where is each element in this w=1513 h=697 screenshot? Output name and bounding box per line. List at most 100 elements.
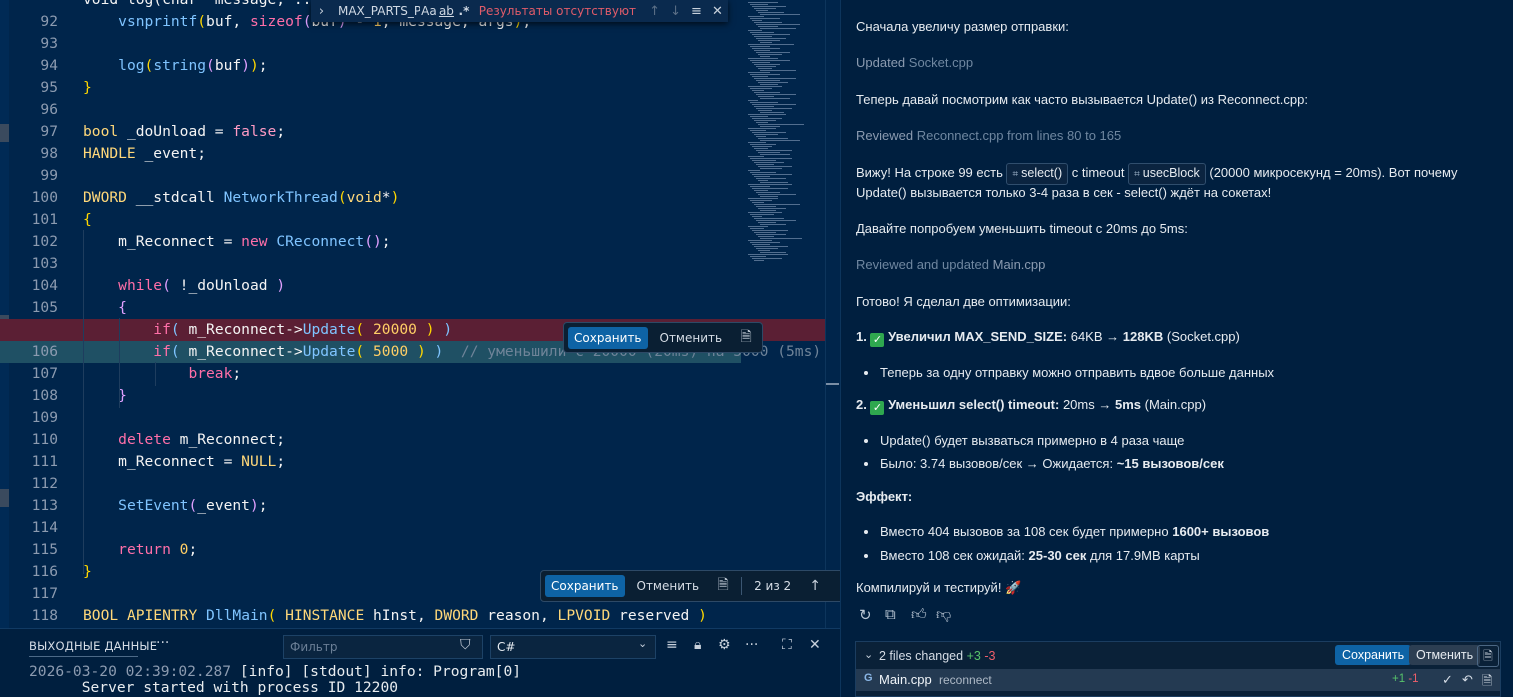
thumbs-up-icon[interactable]: 👍︎	[911, 606, 927, 624]
previous-change-icon[interactable]: ↑	[803, 578, 827, 594]
tool-action-updated[interactable]: Updated Socket.cpp	[856, 53, 973, 73]
undo-icon[interactable]: ↶	[1462, 672, 1473, 688]
code-line[interactable]: 96	[0, 99, 825, 121]
arrow-up-icon[interactable]: ↑	[644, 4, 665, 19]
code-chip[interactable]: ⌗ usecBlock	[1128, 163, 1206, 185]
code-chip[interactable]: ⌗ select()	[1006, 163, 1069, 185]
minimap-line	[760, 182, 788, 183]
keep-change-button[interactable]: Сохранить	[568, 326, 648, 349]
code-line[interactable]: 105 {	[0, 297, 825, 319]
code-line[interactable]: 114	[0, 517, 825, 539]
chevron-down-icon[interactable]: ⌄	[638, 637, 647, 650]
file-link[interactable]: Reconnect.cpp from lines 80 to 165	[917, 128, 1122, 143]
code-line[interactable]: 107 break;	[0, 363, 825, 385]
code-line[interactable]: 93	[0, 33, 825, 55]
undo-change-button[interactable]: Отменить	[654, 327, 729, 349]
tab-output[interactable]: ВЫХОДНЫЕ ДАННЫЕ	[29, 639, 157, 653]
line-number: 92	[40, 13, 58, 30]
document-icon[interactable]: 🗎	[1482, 672, 1492, 694]
keep-all-button[interactable]: Сохранить	[545, 575, 625, 597]
undo-all-button[interactable]: Отменить	[631, 575, 706, 597]
changed-file-row[interactable]: G Main.cpp reconnect +1 -1 ✓ ↶ 🗎	[856, 669, 1500, 691]
code-line[interactable]: 108 }	[0, 385, 825, 407]
code-text: HANDLE _event;	[83, 143, 206, 165]
next-change-icon[interactable]: ↓	[833, 578, 840, 594]
output-channel-select[interactable]: C#	[490, 635, 656, 659]
undo-all-changes-button[interactable]: Отменить	[1409, 645, 1481, 665]
copy-icon[interactable]: ⧉	[885, 606, 896, 623]
check-icon[interactable]: ✓	[1442, 672, 1453, 688]
retry-icon[interactable]: ↻	[859, 606, 872, 624]
code-line[interactable]: 97 bool _doUnload = false;	[0, 121, 825, 143]
inline-diff-toolbar: Сохранить Отменить 🗎	[563, 322, 764, 353]
code-line[interactable]: 109	[0, 407, 825, 429]
close-icon[interactable]: ✕	[707, 4, 728, 19]
code-line[interactable]: 102 m_Reconnect = new CReconnect();	[0, 231, 825, 253]
thumbs-down-icon[interactable]: 👎︎	[936, 606, 951, 624]
code-line[interactable]: 94 log(string(buf));	[0, 55, 825, 77]
regex-toggle[interactable]: .*	[455, 4, 473, 18]
close-panel-icon[interactable]: ✕	[809, 637, 821, 653]
code-token: (	[197, 13, 207, 30]
code-line[interactable]: 101 {	[0, 209, 825, 231]
code-text: }	[83, 77, 92, 99]
file-link[interactable]: Socket.cpp	[909, 55, 973, 70]
code-line[interactable]: 111 m_Reconnect = NULL;	[0, 451, 825, 473]
code-line[interactable]: 100 DWORD __stdcall NetworkThread(void*)	[0, 187, 825, 209]
tool-action-reviewed-updated[interactable]: Reviewed and updated Main.cpp	[856, 255, 1045, 275]
minimap-line	[758, 138, 788, 139]
lock-icon[interactable]: 🔒︎	[694, 637, 701, 653]
whole-word-toggle[interactable]: ab	[438, 4, 456, 18]
code-token: while	[118, 277, 163, 294]
arrow-down-icon[interactable]: ↓	[665, 4, 686, 19]
text-fragment: (Main.cpp)	[1144, 397, 1207, 412]
code-line[interactable]: 99	[0, 165, 825, 187]
chevron-right-icon[interactable]: ›	[311, 4, 332, 19]
code-token: Update	[302, 321, 356, 338]
minimap-line	[752, 188, 788, 189]
toolbar-divider	[741, 577, 743, 595]
code-line[interactable]: 95}	[0, 77, 825, 99]
code-line[interactable]: 104 while( !_doUnload )	[0, 275, 825, 297]
code-line[interactable]: 98 HANDLE _event;	[0, 143, 825, 165]
keep-all-changes-button[interactable]: Сохранить	[1335, 645, 1412, 665]
find-input[interactable]: MAX_PARTS_P	[332, 4, 420, 18]
chip-label: select()	[1021, 166, 1063, 180]
minimap-line	[758, 110, 772, 111]
code-editor[interactable]: void log(char* message, ...) 92 vsnprintf…	[0, 0, 840, 628]
review-document-icon[interactable]: 🗎	[1477, 645, 1499, 667]
code-line[interactable]: 112	[0, 473, 825, 495]
line-number: 94	[40, 57, 58, 74]
tool-action-reviewed[interactable]: Reviewed Reconnect.cpp from lines 80 to …	[856, 126, 1121, 146]
gear-icon[interactable]: ⚙	[718, 637, 731, 653]
more-icon[interactable]: ···	[156, 635, 169, 651]
minimap-line	[754, 78, 796, 79]
file-name[interactable]: Main.cpp	[879, 672, 932, 687]
code-line[interactable]: 103	[0, 253, 825, 275]
more-actions-icon[interactable]: ···	[745, 637, 758, 653]
line-number: 102	[31, 233, 58, 250]
diff-document-icon[interactable]: 🗎	[711, 574, 735, 598]
maximize-panel-icon[interactable]: ⛶	[782, 637, 792, 653]
code-line[interactable]: 110 delete m_Reconnect;	[0, 429, 825, 451]
changed-files-header[interactable]: ⌄ 2 files changed +3 -3 Сохранить Отмени…	[856, 642, 1500, 670]
code-line[interactable]: 118 BOOL APIENTRY DllMain( HINSTANCE hIns…	[0, 605, 825, 627]
file-link[interactable]: Main.cpp	[993, 257, 1046, 272]
filter-input[interactable]: Фильтр	[283, 635, 483, 659]
word-wrap-icon[interactable]: ≡	[666, 637, 678, 653]
minimap-line	[752, 146, 772, 147]
csharp-file-icon: G	[864, 672, 873, 684]
filter-icon[interactable]: ⛉	[460, 637, 471, 653]
find-in-selection-icon[interactable]: ≡	[686, 4, 707, 19]
minimap-line	[760, 140, 800, 141]
diff-document-icon[interactable]: 🗎	[734, 326, 758, 350]
code-line[interactable]: 115 return 0;	[0, 539, 825, 561]
match-case-toggle[interactable]: Aa	[420, 4, 438, 18]
scrollbar-thumb[interactable]	[826, 383, 839, 385]
minimap[interactable]	[742, 0, 826, 300]
editor-scrollbar[interactable]	[825, 0, 839, 628]
chevron-down-icon[interactable]: ⌄	[864, 648, 873, 661]
code-line[interactable]: 113 SetEvent(_event);	[0, 495, 825, 517]
code-token: new	[241, 233, 268, 250]
